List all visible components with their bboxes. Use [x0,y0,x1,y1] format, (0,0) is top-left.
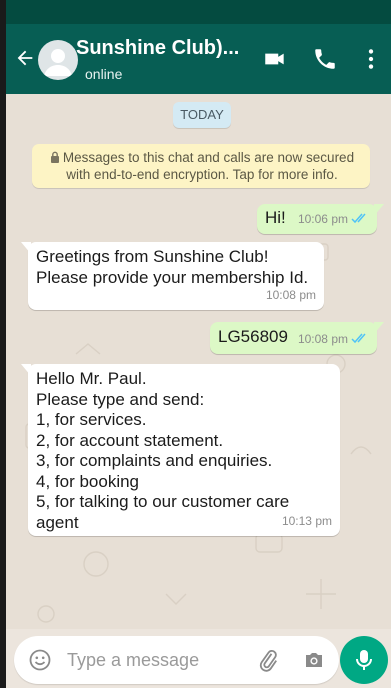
message-bubble-incoming[interactable]: Greetings from Sunshine Club! Please pro… [21,242,324,310]
message-time: 10:06 pm [297,211,348,226]
message-time: 10:08 pm [297,331,348,346]
bubble-tail [21,364,31,376]
chat-status: online [85,66,123,82]
message-meta: 10:08 pm [298,329,369,350]
read-ticks-icon [351,213,366,224]
message-text: LG56809 [218,327,288,346]
bubble-tail [374,204,384,216]
emoji-icon[interactable] [28,648,52,672]
message-text: Hi! [265,208,286,227]
message-time: 10:08 pm [265,287,316,302]
avatar[interactable] [38,40,78,80]
bubble-tail [21,242,31,254]
date-chip: TODAY [173,102,231,128]
encryption-notice[interactable]: Messages to this chat and calls are now … [32,144,370,188]
back-arrow-icon[interactable] [14,47,36,69]
lock-icon [50,151,59,163]
mic-button[interactable] [340,636,388,684]
chat-screen: Sunshine Club)... online TODAY Messages … [6,0,391,688]
chat-header: Sunshine Club)... online [6,24,391,94]
message-input[interactable]: Type a message [67,650,199,671]
message-bubble-outgoing[interactable]: Hi! 10:06 pm [257,204,384,234]
status-bar [6,0,391,24]
phone-icon[interactable] [312,46,338,72]
bubble-tail [374,322,384,334]
attach-icon[interactable] [256,648,280,672]
message-bubble-outgoing[interactable]: LG56809 10:08 pm [210,322,384,354]
message-meta: 10:13 pm [282,511,332,532]
message-meta: 10:08 pm [266,285,316,306]
message-text: Hello Mr. Paul. Please type and send: 1,… [36,369,290,532]
message-composer[interactable]: Type a message [14,636,339,684]
encryption-notice-text: Messages to this chat and calls are now … [62,150,355,182]
mic-icon [356,650,372,670]
message-time: 10:13 pm [281,513,332,528]
read-ticks-icon [351,333,366,344]
message-bubble-incoming[interactable]: Hello Mr. Paul. Please type and send: 1,… [21,364,340,536]
camera-icon[interactable] [302,648,326,672]
message-meta: 10:06 pm [298,209,369,230]
video-call-icon[interactable] [262,46,288,72]
chat-area[interactable]: TODAY Messages to this chat and calls ar… [6,94,391,629]
chat-title[interactable]: Sunshine Club)... [76,37,252,60]
more-vert-icon[interactable] [358,46,384,72]
message-text: Greetings from Sunshine Club! Please pro… [36,247,309,287]
